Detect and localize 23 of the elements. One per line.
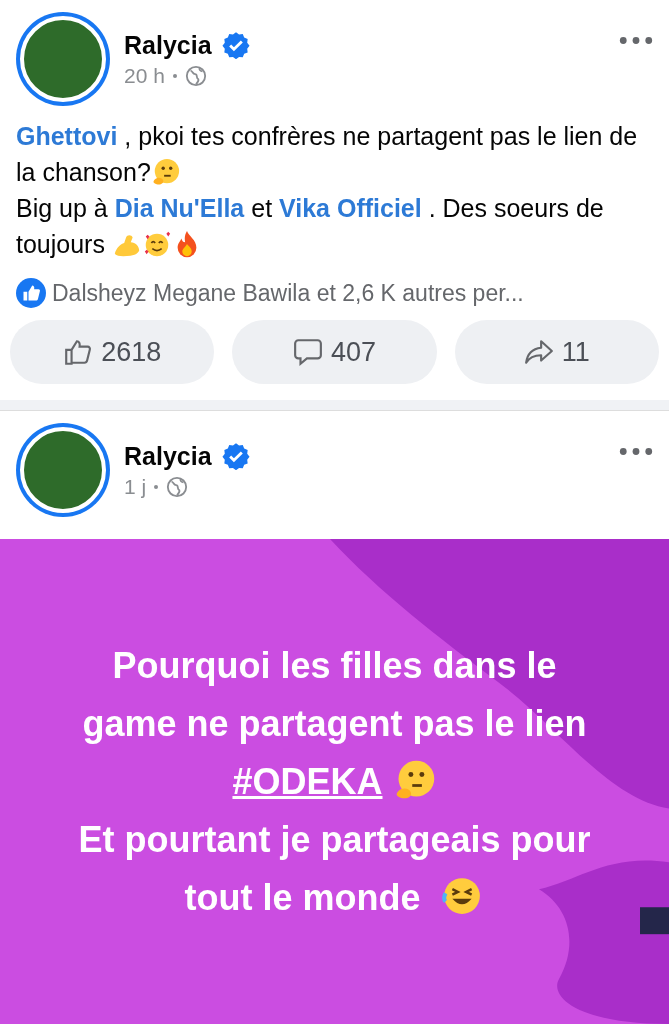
post-time[interactable]: 1 j (124, 474, 147, 499)
mention-link[interactable]: Vika Officiel (279, 194, 422, 222)
comment-button[interactable]: 407 (232, 320, 437, 384)
post-text: Pourquoi les filles dans le game ne partagent pas le lien #ODEKA Et pourtant je partageais pour tout le monde (78, 643, 591, 920)
like-button[interactable]: 2618 (10, 320, 215, 384)
mention-link[interactable]: Ghettovi (16, 122, 118, 150)
dark-shape (640, 907, 669, 935)
like-reaction-icon (16, 278, 46, 308)
thumbs-up-icon (63, 337, 94, 367)
more-options-icon[interactable] (619, 447, 653, 456)
share-button[interactable]: 11 (454, 320, 659, 384)
share-arrow-icon (523, 337, 554, 367)
globe-icon (184, 64, 207, 87)
post-text: Ghettovi , pkoi tes confrères ne partagent pas le lien de la chanson? Big up à Dia Nu'Ella et Vika Officiel . Des soeurs de toujours (16, 121, 639, 261)
reactions-summary[interactable]: Dalsheyz Megane Bawila et 2,6 K autres per... (52, 279, 524, 307)
more-options-icon[interactable] (619, 36, 653, 45)
mention-link[interactable]: Dia Nu'Ella (114, 194, 245, 222)
hashtag-link[interactable]: #ODEKA (232, 760, 383, 802)
globe-icon (166, 475, 189, 498)
speech-bubble-icon (292, 337, 323, 367)
author-name[interactable]: Ralycia (124, 30, 212, 60)
post-time[interactable]: 20 h (124, 63, 165, 88)
author-name[interactable]: Ralycia (124, 441, 212, 471)
